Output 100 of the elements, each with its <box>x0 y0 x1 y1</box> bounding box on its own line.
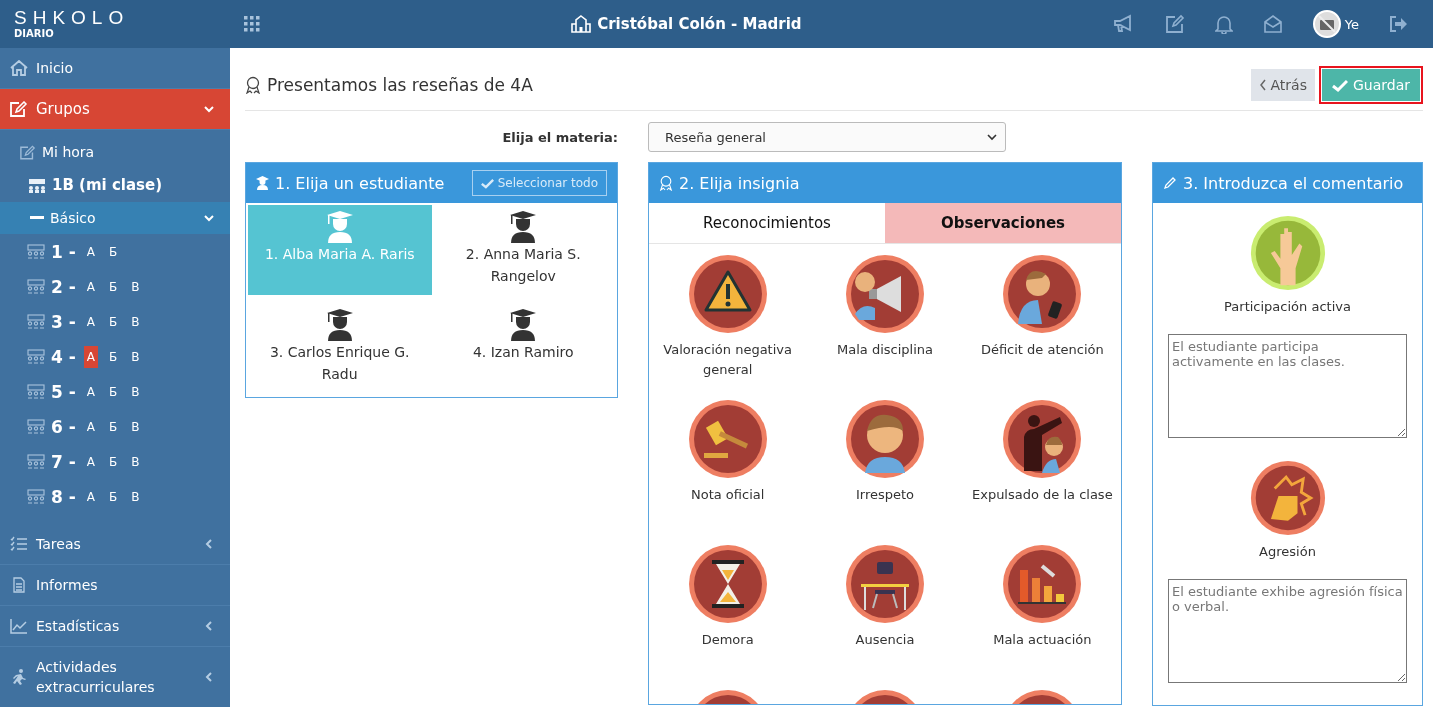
badge-label: Participación activa <box>1224 299 1351 314</box>
phone-badge-icon[interactable] <box>1002 254 1083 334</box>
caret-icon <box>987 133 997 141</box>
hourglass-badge-icon[interactable] <box>687 544 768 624</box>
class-link[interactable]: Б <box>106 450 121 473</box>
class-link[interactable]: А <box>83 380 99 403</box>
chart-icon <box>10 618 28 634</box>
edit-icon <box>20 144 36 160</box>
grade-number: 4 - <box>51 346 76 367</box>
grade-number: 6 - <box>51 416 76 437</box>
class-link[interactable]: Б <box>106 345 121 368</box>
notifications-icon[interactable] <box>1214 14 1233 34</box>
school-icon <box>571 15 592 33</box>
school-name: Cristóbal Colón - Madrid <box>597 15 802 33</box>
class-link[interactable]: Б <box>106 380 121 403</box>
user-name[interactable]: Ye <box>1344 16 1359 32</box>
classroom-icon <box>27 489 45 504</box>
panel-title: 3. Introduzca el comentario <box>1183 173 1404 193</box>
class-link[interactable]: В <box>128 415 143 438</box>
home-icon <box>10 60 28 76</box>
class-link[interactable]: А <box>83 310 99 333</box>
badge-label: Agresión <box>1259 544 1316 559</box>
sidebar-label: Mi hora <box>42 144 95 160</box>
class-link[interactable]: В <box>128 450 143 473</box>
edit-icon <box>10 101 28 117</box>
badge-label: Mala actuación <box>993 631 1092 649</box>
check-icon <box>1331 78 1348 92</box>
subject-select[interactable]: Reseña general <box>648 122 1006 152</box>
sidebar-subitem[interactable]: 1B (mi clase) <box>0 168 230 202</box>
student-card[interactable]: 2. Anna Maria S. Rangelov <box>431 205 615 295</box>
class-link[interactable]: А <box>83 450 99 473</box>
apps-grid-icon[interactable] <box>244 16 260 32</box>
edit-icon[interactable] <box>1164 14 1185 34</box>
class-link[interactable]: В <box>128 380 143 403</box>
student-icon <box>256 176 269 190</box>
class-link[interactable]: В <box>128 485 143 508</box>
caret-icon <box>204 213 214 223</box>
gavel-badge-icon[interactable] <box>687 399 768 479</box>
grade-number: 1 - <box>51 241 76 262</box>
back-button[interactable]: Atrás <box>1250 69 1315 101</box>
classroom-icon <box>27 314 45 329</box>
classroom-icon <box>27 279 45 294</box>
student-name: 2. Anna Maria S. Rangelov <box>464 245 582 286</box>
run-icon <box>10 669 28 685</box>
avatar-icon[interactable] <box>1312 10 1341 38</box>
classroom-icon <box>27 244 45 259</box>
sidebar-item[interactable]: Grupos <box>0 89 230 130</box>
class-link[interactable]: Б <box>106 310 121 333</box>
class-link[interactable]: А <box>83 275 99 298</box>
sidebar-label: Inicio <box>36 59 75 78</box>
subject-label: Elija el materia: <box>501 129 619 145</box>
minus-icon <box>30 216 44 220</box>
figures-badge-icon[interactable] <box>1002 399 1083 479</box>
chevron-left-icon <box>1258 79 1267 91</box>
class-link[interactable]: А <box>83 345 99 368</box>
badge-label: Déficit de atención <box>980 341 1104 359</box>
classroom-icon <box>27 384 45 399</box>
comment-field[interactable]: El estudiante exhibe agresión física o verbal. <box>1168 579 1407 683</box>
classroom-icon <box>27 349 45 364</box>
sidebar-label: Básico <box>50 210 97 226</box>
grade-number: 8 - <box>51 486 76 507</box>
class-link[interactable]: Б <box>106 275 121 298</box>
student-card[interactable]: 4. Izan Ramiro <box>431 303 615 393</box>
student-name: 3. Carlos Enrique G. Radu <box>268 343 411 384</box>
student-card[interactable]: 3. Carlos Enrique G. Radu <box>248 303 432 393</box>
class-link[interactable]: А <box>83 415 99 438</box>
tab[interactable]: Reconocimientos <box>649 203 885 243</box>
sidebar-subitem[interactable]: Básico <box>0 202 230 234</box>
comment-field[interactable]: El estudiante participa activamente en las clases. <box>1168 334 1407 438</box>
figure-badge-icon[interactable] <box>845 399 925 479</box>
envelope-icon[interactable] <box>1262 14 1283 34</box>
class-link[interactable]: В <box>128 310 143 333</box>
sidebar-label: 1B (mi clase) <box>52 176 163 194</box>
logo-text[interactable]: SHKOLO <box>14 8 224 28</box>
award-icon <box>245 76 261 94</box>
class-link[interactable]: Б <box>106 415 121 438</box>
tasks-icon <box>10 536 28 552</box>
grade-number: 2 - <box>51 276 76 297</box>
tab[interactable]: Observaciones <box>885 203 1121 243</box>
pencil-icon <box>1163 176 1177 190</box>
award-icon <box>659 175 673 191</box>
warning-badge-icon[interactable] <box>687 254 768 334</box>
select-all-button[interactable]: Seleccionar todo <box>471 170 607 196</box>
sidebar-label: Actividades extracurriculares <box>36 658 156 697</box>
class-link[interactable]: А <box>83 240 99 263</box>
class-link[interactable]: В <box>128 345 143 368</box>
class-link[interactable]: Б <box>106 240 121 263</box>
chair-badge-icon[interactable] <box>845 544 925 624</box>
badge-label: Nota oficial <box>691 486 765 504</box>
class-link[interactable]: В <box>128 275 143 298</box>
badge-label: Mala disciplina <box>837 341 933 359</box>
classroom-icon <box>27 454 45 469</box>
logout-icon[interactable] <box>1389 15 1409 33</box>
bar-chart-badge-icon[interactable] <box>1002 544 1083 624</box>
megaphone-badge-icon[interactable] <box>845 254 925 334</box>
sidebar-subitem[interactable]: Mi hora <box>0 136 230 168</box>
class-link[interactable]: Б <box>106 485 121 508</box>
class-link[interactable]: А <box>83 485 99 508</box>
report-icon <box>10 577 28 593</box>
panel-title: 2. Elija insignia <box>679 173 800 193</box>
